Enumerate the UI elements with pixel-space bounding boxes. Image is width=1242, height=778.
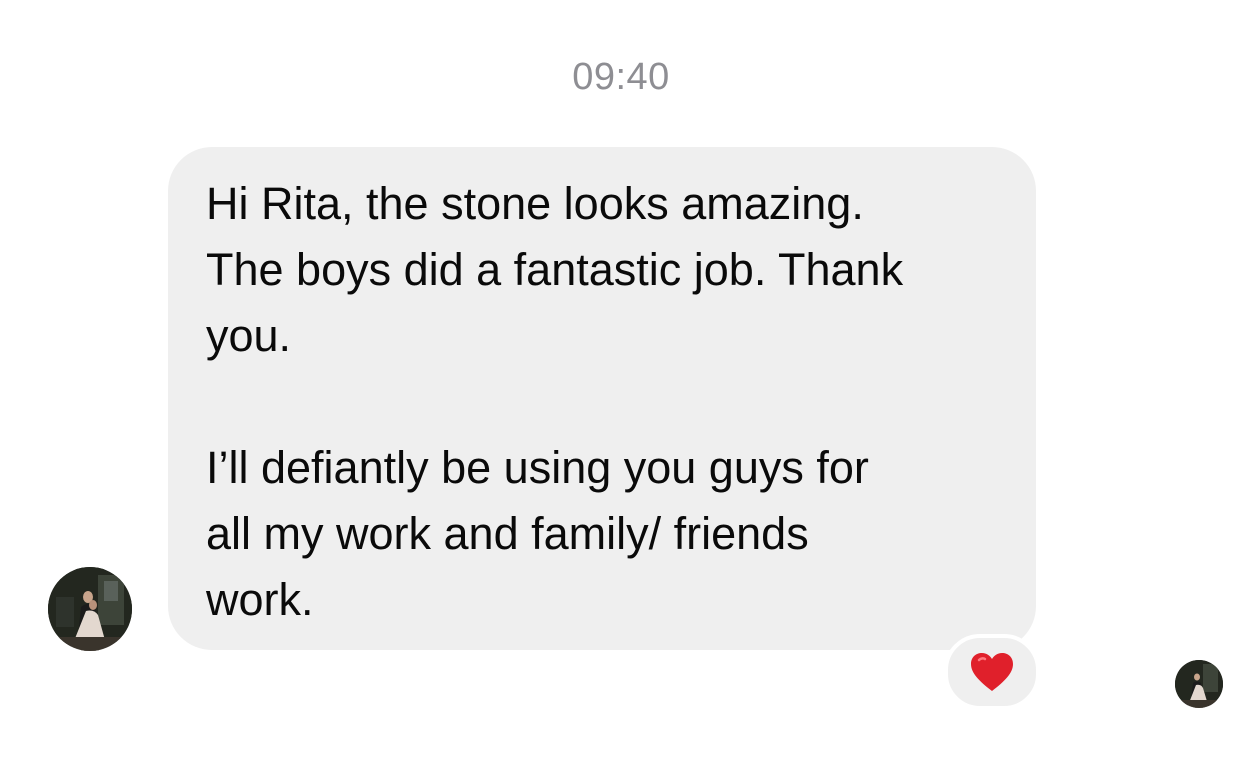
heart-reaction-badge[interactable] xyxy=(944,634,1040,710)
message-text-paragraph-2: I’ll defiantly be using you guys for all… xyxy=(206,442,869,625)
chat-thread: 09:40 Hi Rita, the stone looks amazing. … xyxy=(0,0,1242,778)
sender-avatar[interactable] xyxy=(48,567,132,651)
message-text-paragraph-1: Hi Rita, the stone looks amazing. The bo… xyxy=(206,178,904,361)
message-timestamp: 09:40 xyxy=(572,56,670,98)
red-heart-icon xyxy=(971,653,1013,691)
read-receipt-avatar xyxy=(1175,660,1223,708)
read-receipt-avatar-photo xyxy=(1175,660,1223,708)
incoming-message-bubble[interactable]: Hi Rita, the stone looks amazing. The bo… xyxy=(168,147,1036,650)
sender-avatar-photo xyxy=(48,567,132,651)
